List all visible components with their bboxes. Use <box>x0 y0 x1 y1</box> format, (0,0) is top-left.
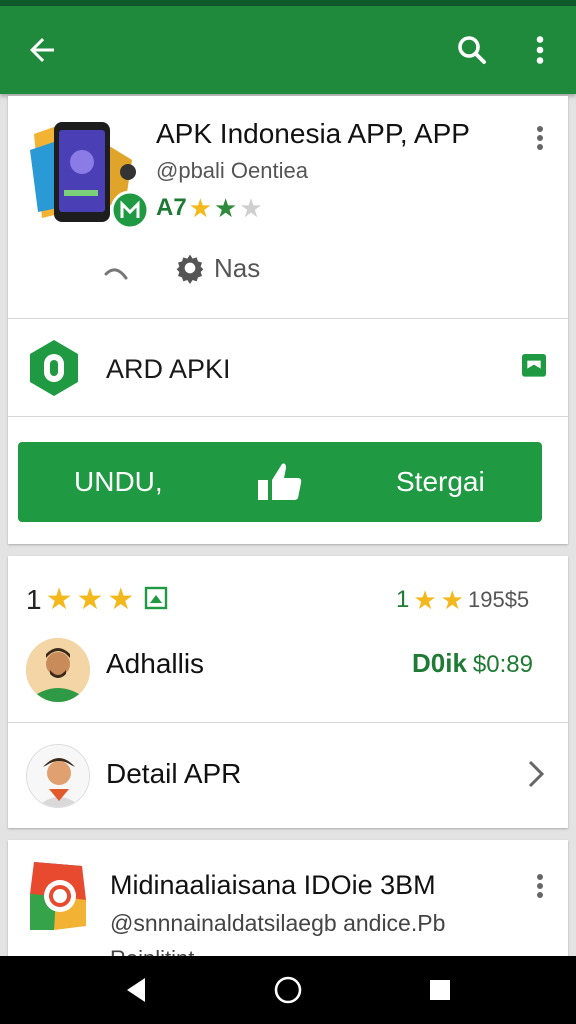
open-button-label[interactable]: Stergai <box>396 466 485 498</box>
gear-icon <box>176 254 204 284</box>
more-vert-icon[interactable] <box>528 120 552 156</box>
star-empty-icon: ★ <box>239 193 263 223</box>
rating-value-right: 195$5 <box>467 587 530 612</box>
star-icon: ★ <box>214 193 238 223</box>
rating-summary-right: 1 ★ ★ 195$5 <box>396 586 529 614</box>
system-nav-bar <box>0 956 576 1024</box>
app-title: APK Indonesia APP, APP <box>156 118 470 149</box>
search-icon[interactable] <box>446 24 498 76</box>
related-app-title[interactable]: Midinaaliaisana IDOie 3BM <box>110 870 436 901</box>
divider <box>8 416 568 417</box>
related-app-cut-text: Reinlitint <box>110 946 194 956</box>
back-arrow-icon[interactable] <box>16 24 68 76</box>
home-circle-icon[interactable] <box>268 970 308 1010</box>
star-icon: ★ <box>76 583 104 616</box>
review-author[interactable]: Adhallis <box>106 648 204 680</box>
publisher-logo-icon <box>24 338 84 398</box>
stat-label: Nas <box>214 252 261 283</box>
divider <box>8 722 568 723</box>
rating-text: A7 <box>156 194 187 221</box>
app-stat: Nas <box>174 252 260 284</box>
more-vert-icon[interactable] <box>528 868 552 904</box>
review-tag: D0ik <box>412 648 467 678</box>
image-icon <box>144 586 168 615</box>
detail-label[interactable]: Detail APR <box>106 758 241 790</box>
loading-arc-icon <box>100 260 136 289</box>
bookmark-icon[interactable] <box>518 350 550 387</box>
star-icon: ★ <box>440 585 464 615</box>
review-price: $0:89 <box>472 651 533 678</box>
back-triangle-icon[interactable] <box>116 970 156 1010</box>
avatar[interactable] <box>26 744 90 808</box>
publisher-label[interactable]: ARD APKI <box>106 354 231 385</box>
divider <box>8 318 568 319</box>
star-icon: ★ <box>45 583 73 616</box>
app-bar <box>0 6 576 94</box>
star-icon: ★ <box>107 583 135 616</box>
related-app-subtitle: @snnnainaldatsilaegb andice.Pb <box>110 910 446 936</box>
rating-summary-left: 1 ★ ★ ★ <box>26 584 168 616</box>
star-icon: ★ <box>188 193 212 223</box>
rating-count: 1 <box>26 584 42 615</box>
recents-square-icon[interactable] <box>420 970 460 1010</box>
avatar[interactable] <box>26 638 90 702</box>
review-meta: D0ik $0:89 <box>412 648 533 679</box>
rating-count-right: 1 <box>396 586 410 613</box>
related-app-card[interactable]: Midinaaliaisana IDOie 3BM @snnnainaldats… <box>8 840 568 956</box>
install-button-bar[interactable]: UNDU, Stergai <box>18 442 542 522</box>
app-developer[interactable]: @pbali Oentiea <box>156 158 308 184</box>
more-vert-icon[interactable] <box>514 24 566 76</box>
app-icon[interactable] <box>28 114 150 234</box>
chevron-right-icon[interactable] <box>524 758 548 795</box>
star-icon: ★ <box>413 585 437 615</box>
reviews-card: 1 ★ ★ ★ 1 ★ ★ 195$5 Adhallis D0ik $0:89 <box>8 556 568 828</box>
thumbs-up-icon[interactable] <box>256 460 304 509</box>
related-app-icon[interactable] <box>26 860 90 932</box>
app-rating: A7 ★ ★ ★ <box>156 194 263 222</box>
install-button-label[interactable]: UNDU, <box>74 466 163 498</box>
